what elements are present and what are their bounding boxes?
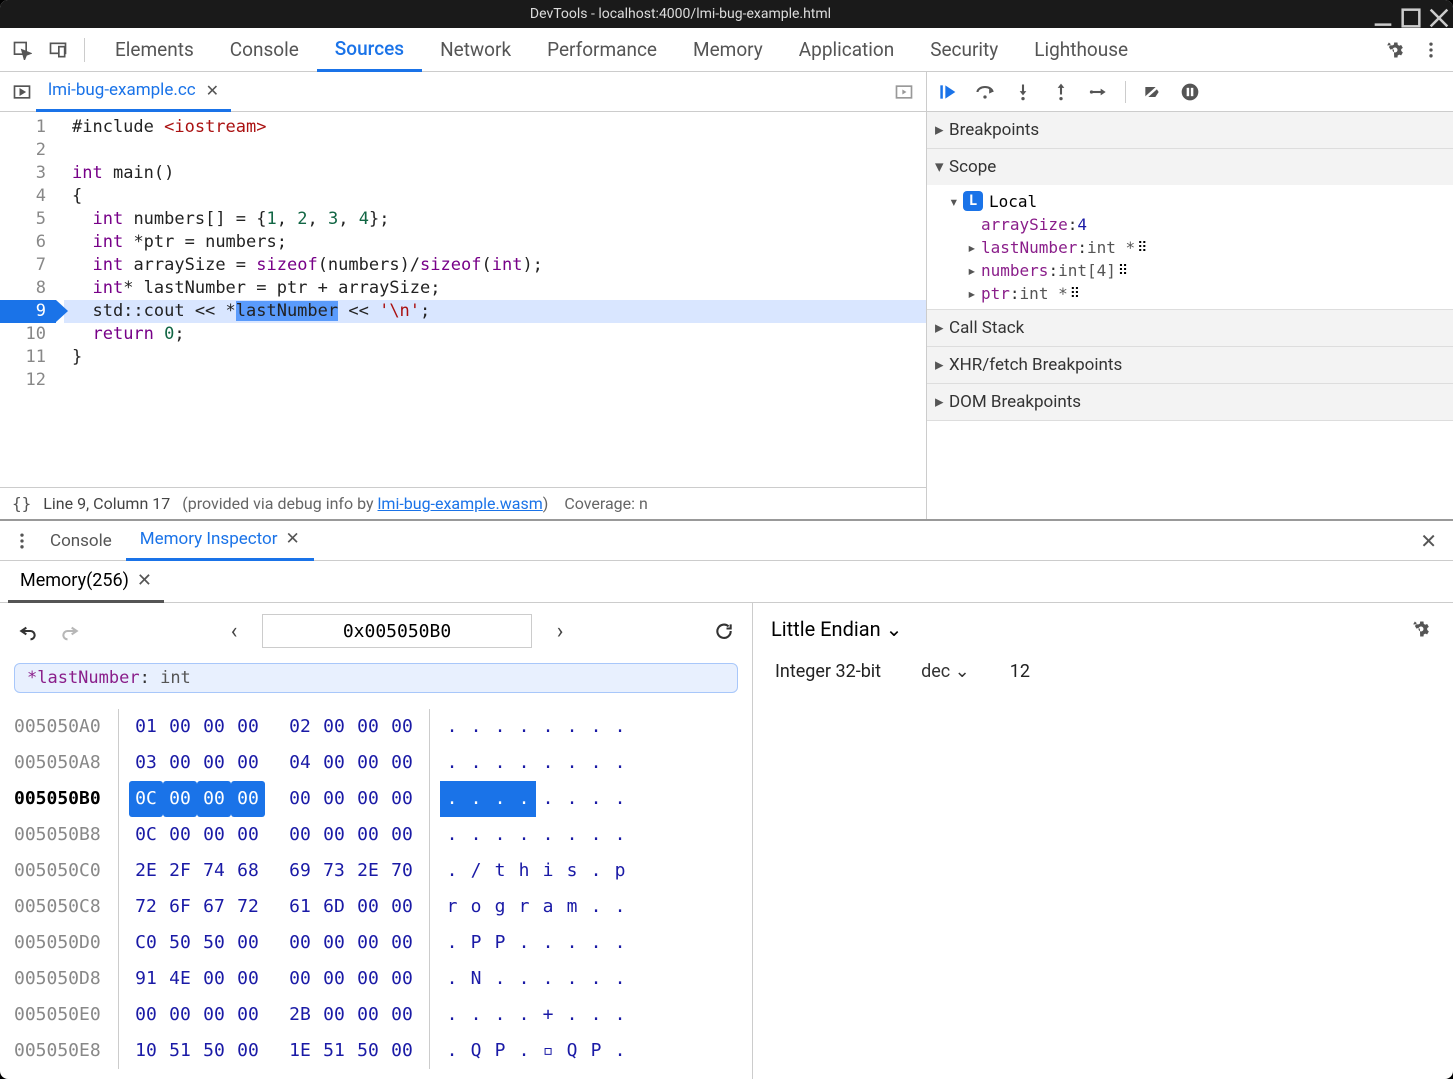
hex-viewer[interactable]: 005050A00100000002000000........005050A8… (0, 701, 752, 1077)
drawer-close-icon[interactable]: ✕ (1412, 529, 1445, 553)
drawer-tab-memory-inspector[interactable]: Memory Inspector✕ (126, 521, 314, 561)
step-into-icon[interactable] (1011, 80, 1035, 104)
window-title: DevTools - localhost:4000/lmi-bug-exampl… (0, 6, 1361, 22)
status-coverage: Coverage: n (564, 494, 648, 513)
memory-tab[interactable]: Memory(256)✕ (8, 561, 164, 603)
scope-var[interactable]: ▸lastNumber: int *⠿ (967, 236, 1453, 259)
drawer-tab-console[interactable]: Console (36, 521, 126, 561)
file-tab[interactable]: lmi-bug-example.cc ✕ (36, 72, 231, 112)
scope-panel-header[interactable]: ▾Scope (927, 149, 1453, 185)
tab-security[interactable]: Security (912, 28, 1016, 72)
tab-performance[interactable]: Performance (529, 28, 675, 72)
memory-icon[interactable]: ⠿ (1137, 240, 1147, 256)
debug-toolbar (927, 72, 1453, 112)
wasm-link[interactable]: lmi-bug-example.wasm (378, 494, 543, 513)
memory-icon[interactable]: ⠿ (1070, 286, 1080, 302)
endianness-select[interactable]: Little Endian ⌄ (771, 617, 902, 641)
drawer-more-icon[interactable] (8, 527, 36, 555)
tab-memory[interactable]: Memory (675, 28, 781, 72)
scope-var[interactable]: ▸numbers: int[4]⠿ (967, 259, 1453, 282)
braces-icon[interactable]: {} (12, 494, 31, 513)
refresh-icon[interactable] (710, 617, 738, 645)
dom-breakpoints-panel-header[interactable]: ▸DOM Breakpoints (927, 384, 1453, 420)
device-toggle-icon[interactable] (44, 36, 72, 64)
close-icon[interactable]: ✕ (286, 529, 300, 549)
step-icon[interactable] (1087, 80, 1111, 104)
value-settings-icon[interactable] (1407, 615, 1435, 643)
breakpoints-panel-header[interactable]: ▸Breakpoints (927, 112, 1453, 148)
undo-icon[interactable] (14, 617, 42, 645)
format-select[interactable]: dec ⌄ (921, 661, 970, 682)
titlebar: DevTools - localhost:4000/lmi-bug-exampl… (0, 0, 1453, 28)
code-area[interactable]: 123456789101112 #include <iostream> int … (0, 112, 926, 487)
chevron-down-icon: ⌄ (955, 661, 970, 682)
file-tabs: lmi-bug-example.cc ✕ (0, 72, 926, 112)
close-icon[interactable]: ✕ (206, 81, 219, 100)
next-page-icon[interactable]: › (546, 617, 574, 645)
tab-network[interactable]: Network (422, 28, 529, 72)
local-badge-icon: L (963, 191, 983, 211)
resume-icon[interactable] (935, 80, 959, 104)
drawer: Console Memory Inspector✕ ✕ Memory(256)✕… (0, 519, 1453, 1079)
status-debug-info: (provided via debug info by lmi-bug-exam… (182, 494, 548, 513)
deactivate-breakpoints-icon[interactable] (1140, 80, 1164, 104)
tab-lighthouse[interactable]: Lighthouse (1016, 28, 1146, 72)
run-snippet-icon[interactable] (890, 78, 918, 106)
status-position: Line 9, Column 17 (43, 494, 170, 513)
tab-elements[interactable]: Elements (97, 28, 212, 72)
status-bar: {} Line 9, Column 17 (provided via debug… (0, 487, 926, 519)
memory-toolbar: ‹ › (0, 603, 752, 659)
step-over-icon[interactable] (973, 80, 997, 104)
address-input[interactable] (262, 614, 532, 648)
tab-application[interactable]: Application (781, 28, 912, 72)
prev-page-icon[interactable]: ‹ (220, 617, 248, 645)
close-icon[interactable]: ✕ (137, 570, 152, 591)
value-type: Integer 32-bit (775, 661, 881, 682)
value-display: 12 (1010, 661, 1030, 682)
close-button[interactable] (1429, 8, 1441, 20)
debug-pane: ▸Breakpoints ▾Scope ▾LLocal arraySize: 4… (927, 72, 1453, 519)
main-tabs: ElementsConsoleSourcesNetworkPerformance… (0, 28, 1453, 72)
more-icon[interactable] (1417, 36, 1445, 64)
inspect-icon[interactable] (8, 36, 36, 64)
memory-icon[interactable]: ⠿ (1118, 263, 1128, 279)
tab-console[interactable]: Console (212, 28, 317, 72)
value-row: Integer 32-bit dec ⌄ 12 (771, 661, 1435, 682)
pause-exceptions-icon[interactable] (1178, 80, 1202, 104)
settings-icon[interactable] (1381, 36, 1409, 64)
minimize-button[interactable] (1373, 8, 1385, 20)
file-tab-label: lmi-bug-example.cc (48, 80, 196, 100)
navigator-toggle-icon[interactable] (8, 78, 36, 106)
xhr-breakpoints-panel-header[interactable]: ▸XHR/fetch Breakpoints (927, 347, 1453, 383)
chevron-down-icon: ⌄ (886, 617, 903, 641)
callstack-panel-header[interactable]: ▸Call Stack (927, 310, 1453, 346)
maximize-button[interactable] (1401, 8, 1413, 20)
redo-icon[interactable] (56, 617, 84, 645)
scope-var[interactable]: arraySize: 4 (967, 213, 1453, 236)
scope-var[interactable]: ▸ptr: int *⠿ (967, 282, 1453, 305)
highlight-chip[interactable]: *lastNumber: int (14, 663, 738, 693)
scope-local[interactable]: ▾LLocal (949, 189, 1453, 213)
tab-sources[interactable]: Sources (317, 28, 422, 72)
step-out-icon[interactable] (1049, 80, 1073, 104)
